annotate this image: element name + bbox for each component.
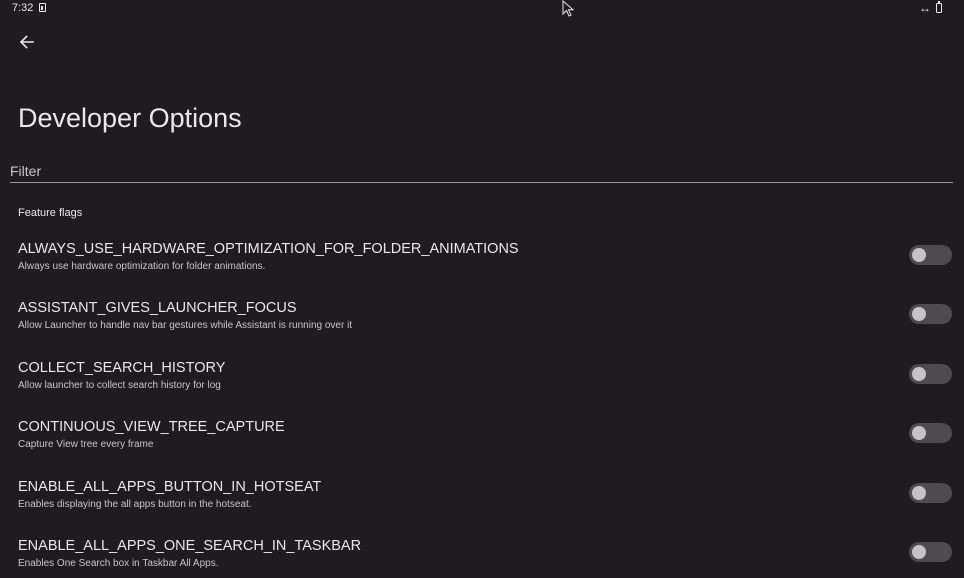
flag-description: Allow Launcher to handle nav bar gesture… (18, 320, 353, 331)
flag-toggle[interactable] (909, 483, 952, 503)
arrow-left-icon (19, 35, 34, 49)
flag-description: Enables displaying the all apps button i… (18, 499, 252, 510)
flag-row[interactable]: ALWAYS_USE_HARDWARE_OPTIMIZATION_FOR_FOL… (0, 241, 964, 297)
sim-card-icon (39, 3, 46, 12)
toggle-thumb (912, 426, 926, 440)
toggle-thumb (912, 307, 926, 321)
flag-description: Capture View tree every frame (18, 439, 154, 450)
horizontal-resize-icon: ↔ (919, 1, 931, 15)
toggle-thumb (912, 367, 926, 381)
status-time: 7:32 (12, 2, 34, 14)
flag-toggle[interactable] (909, 542, 952, 562)
flag-row[interactable]: ASSISTANT_GIVES_LAUNCHER_FOCUS Allow Lau… (0, 300, 964, 356)
flag-description: Allow launcher to collect search history… (18, 380, 221, 391)
flag-toggle[interactable] (909, 364, 952, 384)
filter-input[interactable] (10, 160, 953, 183)
status-bar: 7:32 ↔ (0, 0, 964, 18)
flag-row[interactable]: COLLECT_SEARCH_HISTORY Allow launcher to… (0, 360, 964, 416)
flag-row[interactable]: CONTINUOUS_VIEW_TREE_CAPTURE Capture Vie… (0, 419, 964, 475)
toggle-thumb (912, 486, 926, 500)
flag-row[interactable]: ENABLE_ALL_APPS_BUTTON_IN_HOTSEAT Enable… (0, 479, 964, 535)
flag-row[interactable]: ENABLE_ALL_APPS_ONE_SEARCH_IN_TASKBAR En… (0, 538, 964, 578)
flag-title: ENABLE_ALL_APPS_BUTTON_IN_HOTSEAT (18, 479, 322, 495)
developer-options-screen: 7:32 ↔ Developer Options Feature flags A… (0, 0, 964, 578)
battery-icon (936, 1, 942, 13)
back-button[interactable] (12, 28, 42, 56)
flag-toggle[interactable] (909, 304, 952, 324)
mouse-pointer-icon (562, 0, 575, 17)
toggle-thumb (912, 248, 926, 262)
flag-toggle[interactable] (909, 245, 952, 265)
flag-title: CONTINUOUS_VIEW_TREE_CAPTURE (18, 419, 285, 435)
flag-title: ASSISTANT_GIVES_LAUNCHER_FOCUS (18, 300, 297, 316)
flag-title: ALWAYS_USE_HARDWARE_OPTIMIZATION_FOR_FOL… (18, 241, 519, 257)
flag-title: COLLECT_SEARCH_HISTORY (18, 360, 226, 376)
flag-toggle[interactable] (909, 423, 952, 443)
page-title: Developer Options (18, 103, 242, 133)
toggle-thumb (912, 545, 926, 559)
flag-description: Enables One Search box in Taskbar All Ap… (18, 558, 219, 569)
section-header-feature-flags: Feature flags (18, 207, 83, 219)
flag-title: ENABLE_ALL_APPS_ONE_SEARCH_IN_TASKBAR (18, 538, 362, 554)
flag-description: Always use hardware optimization for fol… (18, 261, 266, 272)
